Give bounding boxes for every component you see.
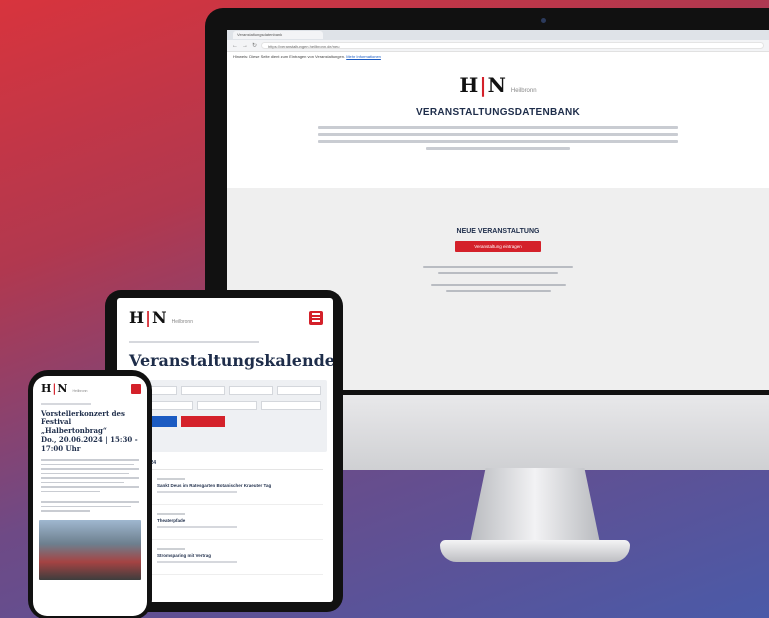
calendar-title: Veranstaltungskalender: [129, 351, 333, 370]
add-event-button[interactable]: Veranstaltung eintragen: [455, 241, 541, 252]
area-select[interactable]: [261, 401, 321, 410]
tablet-logo[interactable]: H|N Heilbronn: [129, 308, 193, 327]
time-field[interactable]: [229, 386, 273, 395]
event-description: [41, 459, 139, 512]
logo-mark: H|N: [41, 382, 69, 395]
logo-mark: H|N: [459, 73, 507, 97]
search-button[interactable]: [181, 416, 225, 427]
url-bar[interactable]: https://veranstaltungen.heilbronn.de/neu: [261, 42, 764, 49]
reload-icon[interactable]: ↻: [252, 42, 257, 49]
phone-header: H|N Heilbronn: [33, 376, 147, 399]
site-logo[interactable]: H|N Heilbronn: [459, 73, 536, 97]
location-field[interactable]: [277, 386, 321, 395]
intro-paragraph: [318, 126, 678, 150]
date-heading-row: 20.06.2024: [131, 460, 323, 470]
event-name: Theaterpfade: [157, 518, 186, 523]
back-arrow-icon[interactable]: ←: [232, 43, 238, 49]
logo-mark: H|N: [129, 308, 168, 327]
list-item[interactable]: Theaterpfade: [129, 513, 323, 540]
list-item[interactable]: Stromsparing mit Vertrag: [129, 548, 323, 575]
browser-tab-bar: Veranstaltungsdatenbank: [227, 30, 769, 40]
hamburger-menu-icon[interactable]: [309, 310, 323, 325]
breadcrumb: [41, 403, 91, 405]
tablet-header: H|N Heilbronn: [117, 298, 333, 333]
notice-link[interactable]: Mehr Informationen: [346, 54, 381, 59]
event-name: Stromsparing mit Vertrag: [157, 553, 212, 558]
hamburger-menu-icon[interactable]: [131, 383, 141, 394]
date-to-field[interactable]: [181, 386, 225, 395]
phone-screen: H|N Heilbronn Vorstellerkonzert des Fest…: [33, 376, 147, 616]
monitor-camera: [541, 18, 546, 23]
logo-subtitle: Heilbronn: [72, 389, 88, 393]
browser-toolbar: ← → ↻ https://veranstaltungen.heilbronn.…: [227, 40, 769, 52]
phone-logo[interactable]: H|N Heilbronn: [41, 382, 87, 395]
monitor-foot: [440, 540, 630, 562]
category-select[interactable]: [197, 401, 257, 410]
forward-arrow-icon[interactable]: →: [242, 43, 248, 49]
site-header: H|N Heilbronn: [227, 73, 769, 97]
event-title: Vorstellerkonzert des Festival „Halberto…: [41, 408, 138, 453]
logo-subtitle: Heilbronn: [510, 88, 537, 94]
new-event-title: NEUE VERANSTALTUNG: [456, 228, 540, 235]
breadcrumb: [129, 341, 259, 343]
new-event-description: [423, 266, 573, 292]
notice-bar: Hinweis: Diese Seite dient zum Eintragen…: [227, 52, 769, 61]
list-item[interactable]: Sankt Deus im Ratesgarten Botanischer Kr…: [129, 478, 323, 505]
filter-panel: [127, 380, 327, 452]
event-photo: [39, 519, 141, 580]
notice-text: Hinweis: Diese Seite dient zum Eintragen…: [233, 54, 346, 59]
page-title: VERANSTALTUNGSDATENBANK: [415, 107, 581, 118]
event-name: Sankt Deus im Ratesgarten Botanischer Kr…: [157, 483, 272, 488]
browser-tab[interactable]: Veranstaltungsdatenbank: [233, 31, 323, 39]
monitor-stand: [470, 468, 600, 543]
logo-subtitle: Heilbronn: [171, 319, 193, 325]
